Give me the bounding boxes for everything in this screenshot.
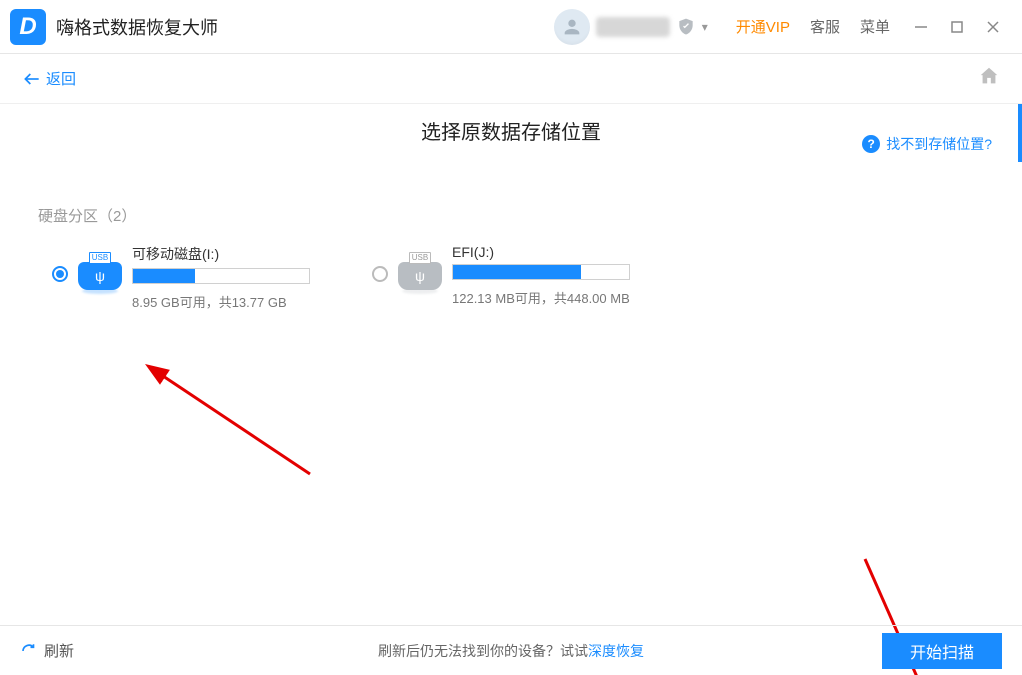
main-content: 选择原数据存储位置 ? 找不到存储位置? 硬盘分区（2） USB ψ 可移动磁盘… [0, 104, 1022, 625]
drive-usage-bar [452, 264, 630, 280]
start-scan-button[interactable]: 开始扫描 [882, 633, 1002, 669]
home-icon[interactable] [978, 65, 1000, 92]
shield-icon [676, 17, 696, 37]
back-label: 返回 [46, 68, 76, 89]
deep-recovery-link[interactable]: 深度恢复 [588, 643, 644, 659]
title-bar: D 嗨格式数据恢复大师 ▾ 开通VIP 客服 菜单 [0, 0, 1022, 54]
drive-usage-text: 8.95 GB可用，共13.77 GB [132, 292, 312, 311]
drive-icon: USB ψ [398, 252, 442, 290]
footer-hint: 刷新后仍无法找到你的设备？试试深度恢复 [378, 641, 644, 661]
page-title: 选择原数据存储位置 [30, 116, 992, 145]
minimize-button[interactable] [906, 12, 936, 42]
logo-letter: D [19, 13, 36, 41]
nav-support[interactable]: 客服 [810, 16, 840, 37]
partitions-section-label: 硬盘分区（2） [38, 205, 992, 226]
drive-name: EFI(J:) [452, 244, 632, 260]
back-button[interactable]: 返回 [22, 68, 76, 89]
drive-usage-text: 122.13 MB可用，共448.00 MB [452, 288, 632, 307]
footer-hint-prefix: 刷新后仍无法找到你的设备？试试 [378, 643, 588, 659]
radio[interactable] [372, 266, 388, 282]
hdd-icon: ψ [78, 262, 122, 290]
maximize-button[interactable] [942, 12, 972, 42]
radio-selected[interactable] [52, 266, 68, 282]
nav-menu[interactable]: 菜单 [860, 16, 890, 37]
drive-usage-bar [132, 268, 310, 284]
hdd-icon: ψ [398, 262, 442, 290]
help-link[interactable]: ? 找不到存储位置? [862, 134, 992, 154]
drive-usage-fill [133, 269, 195, 283]
drive-usage-fill [453, 265, 581, 279]
drive-icon: USB ψ [78, 252, 122, 290]
help-icon: ? [862, 135, 880, 153]
app-title: 嗨格式数据恢复大师 [56, 14, 218, 40]
username-blurred [596, 17, 670, 37]
footer: 刷新 刷新后仍无法找到你的设备？试试深度恢复 开始扫描 [0, 625, 1022, 675]
close-button[interactable] [978, 12, 1008, 42]
refresh-button[interactable]: 刷新 [20, 640, 74, 661]
drive-name: 可移动磁盘(I:) [132, 244, 312, 264]
sub-bar: 返回 [0, 54, 1022, 104]
refresh-label: 刷新 [44, 640, 74, 661]
usb-badge: USB [89, 252, 111, 264]
drive-list: USB ψ 可移动磁盘(I:) 8.95 GB可用，共13.77 GB USB … [30, 244, 992, 311]
drive-item-1[interactable]: USB ψ EFI(J:) 122.13 MB可用，共448.00 MB [372, 244, 632, 311]
app-logo: D [10, 9, 46, 45]
avatar[interactable] [554, 9, 590, 45]
chevron-down-icon[interactable]: ▾ [702, 20, 708, 34]
usb-badge: USB [409, 252, 431, 264]
help-link-label: 找不到存储位置? [886, 134, 992, 154]
drive-item-0[interactable]: USB ψ 可移动磁盘(I:) 8.95 GB可用，共13.77 GB [52, 244, 312, 311]
nav-vip[interactable]: 开通VIP [736, 16, 790, 37]
